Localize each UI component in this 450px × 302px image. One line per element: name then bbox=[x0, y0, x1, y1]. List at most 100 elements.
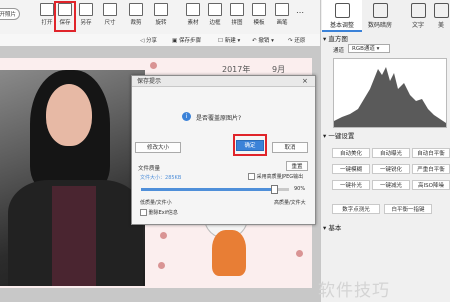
resize-button[interactable]: 尺寸 bbox=[101, 3, 119, 26]
main-toolbar: 开照片 打开 保存 另存 尺寸 裁剪 旋转 素材 边框 拼图 模板 画笔 ⋯ bbox=[0, 0, 320, 35]
auto-exposure-button[interactable]: 自动曝光 bbox=[372, 148, 410, 158]
resize-button[interactable]: 修改大小 bbox=[135, 142, 181, 153]
histogram-title: ▾ 直方图 bbox=[323, 35, 348, 43]
channel-label: 通道 bbox=[333, 48, 345, 54]
template-button[interactable]: 模板 bbox=[250, 3, 268, 26]
crop-icon bbox=[129, 3, 143, 16]
channel-value: RGB通道 bbox=[352, 46, 375, 52]
calendar-year: 2017年 bbox=[222, 65, 251, 74]
white-balance-key-button[interactable]: 白平衡一指键 bbox=[384, 204, 432, 214]
ok-highlight-box bbox=[233, 134, 267, 156]
high-iso-denoise-button[interactable]: 高ISO降噪 bbox=[412, 180, 450, 190]
rotate-button[interactable]: 旋转 bbox=[152, 3, 170, 26]
save-as-button[interactable]: 另存 bbox=[77, 3, 95, 26]
redo-button[interactable]: ↷ 还原 bbox=[288, 36, 305, 44]
share-label: 分享 bbox=[145, 38, 157, 44]
camera-icon bbox=[372, 3, 388, 18]
cartoon-sheep-body bbox=[212, 230, 246, 276]
collage-button[interactable]: 拼图 bbox=[228, 3, 246, 26]
tab-basic-adjust[interactable]: 基本调整 bbox=[322, 0, 362, 32]
save-highlight-box bbox=[54, 1, 76, 32]
face bbox=[46, 84, 92, 146]
beauty-icon bbox=[433, 3, 449, 18]
dialog-title: 保存提示 bbox=[132, 76, 315, 87]
resize-icon bbox=[103, 3, 117, 16]
template-icon bbox=[252, 3, 266, 16]
histogram-title-text: 直方图 bbox=[328, 35, 348, 43]
save-as-icon bbox=[79, 3, 93, 16]
brush-button[interactable]: 画笔 bbox=[273, 3, 291, 26]
dialog-question: 是否覆盖原图片? bbox=[196, 115, 242, 122]
exif-option[interactable]: 删除Exif信息 bbox=[140, 209, 178, 216]
one-click-fill-light-button[interactable]: 一键补光 bbox=[332, 180, 370, 190]
file-size: 文件大小：285KB bbox=[140, 174, 181, 181]
folder-icon bbox=[40, 3, 54, 16]
one-click-blur-button[interactable]: 一键模糊 bbox=[332, 164, 370, 174]
portrait-photo bbox=[0, 70, 145, 286]
jpeg-option[interactable]: 采用高质量JPEG输出 bbox=[248, 173, 303, 180]
info-icon: i bbox=[182, 112, 191, 121]
histogram-bars bbox=[334, 67, 446, 127]
quality-slider-fill bbox=[141, 188, 275, 191]
strict-white-balance-button[interactable]: 严重白平衡 bbox=[412, 164, 450, 174]
undo-label: 撤销 bbox=[258, 38, 270, 44]
frame-icon bbox=[208, 3, 222, 16]
tab-darkroom[interactable]: 数码暗房 bbox=[360, 0, 400, 30]
file-size-value: 285KB bbox=[165, 175, 182, 181]
quick-settings-title: ▾ 一键设置 bbox=[323, 132, 355, 140]
basic-title-text: 基本 bbox=[328, 224, 342, 232]
jpeg-checkbox[interactable] bbox=[248, 173, 255, 180]
tab-darkroom-label: 数码暗房 bbox=[367, 22, 392, 29]
high-quality-label: 高质量/文件大 bbox=[274, 200, 306, 206]
tab-text-label: 文字 bbox=[411, 22, 424, 29]
text-icon bbox=[410, 3, 426, 18]
flower-decoration bbox=[158, 262, 165, 269]
close-icon[interactable]: × bbox=[302, 77, 308, 85]
auto-white-balance-button[interactable]: 自动白平衡 bbox=[412, 148, 450, 158]
open-photo-button[interactable]: 开照片 bbox=[0, 8, 20, 20]
frame-button[interactable]: 边框 bbox=[206, 3, 224, 26]
save-step-button[interactable]: ▣ 保存步骤 bbox=[172, 36, 201, 44]
spot-metering-button[interactable]: 数字点测光 bbox=[332, 204, 380, 214]
auto-beautify-button[interactable]: 自动美化 bbox=[332, 148, 370, 158]
one-click-sharpen-button[interactable]: 一键锐化 bbox=[372, 164, 410, 174]
collage-icon bbox=[230, 3, 244, 16]
brush-label: 画笔 bbox=[276, 20, 288, 26]
adjust-icon bbox=[334, 3, 350, 18]
flower-decoration bbox=[150, 62, 157, 69]
shirt bbox=[52, 186, 96, 286]
channel-select[interactable]: RGB通道 ▾ bbox=[348, 44, 390, 53]
more-icon[interactable]: ⋯ bbox=[296, 8, 304, 17]
watermark: 软件技巧 bbox=[318, 281, 390, 301]
resize-label: 尺寸 bbox=[104, 20, 116, 26]
rotate-icon bbox=[154, 3, 168, 16]
rotate-label: 旋转 bbox=[155, 20, 167, 26]
frame-label: 边框 bbox=[209, 20, 221, 26]
template-label: 模板 bbox=[253, 20, 265, 26]
exif-checkbox[interactable] bbox=[140, 209, 147, 216]
cancel-button[interactable]: 取消 bbox=[272, 142, 308, 153]
redo-label: 还原 bbox=[294, 38, 306, 44]
share-button[interactable]: ◁ 分享 bbox=[140, 36, 157, 44]
reset-button[interactable]: 重置 bbox=[286, 161, 308, 171]
material-icon bbox=[186, 3, 200, 16]
save-step-label: 保存步骤 bbox=[178, 38, 201, 44]
exif-label: 删除Exif信息 bbox=[148, 210, 178, 216]
quality-slider-thumb[interactable] bbox=[271, 185, 279, 194]
tab-beauty[interactable]: 美 bbox=[432, 0, 450, 30]
jpeg-option-label: 采用高质量JPEG输出 bbox=[256, 174, 304, 180]
new-button[interactable]: ☐ 新建 ▾ bbox=[218, 36, 240, 44]
tab-beauty-label: 美 bbox=[437, 22, 444, 29]
tab-basic-adjust-label: 基本调整 bbox=[329, 22, 354, 29]
basic-title: ▾ 基本 bbox=[323, 224, 342, 232]
calendar-month: 9月 bbox=[272, 65, 286, 74]
histogram bbox=[333, 58, 447, 128]
one-click-reduce-light-button[interactable]: 一键减光 bbox=[372, 180, 410, 190]
crop-button[interactable]: 裁剪 bbox=[127, 3, 145, 26]
material-button[interactable]: 素材 bbox=[184, 3, 202, 26]
flower-decoration bbox=[160, 232, 167, 239]
undo-button[interactable]: ↶ 撤销 ▾ bbox=[252, 36, 274, 44]
brush-icon bbox=[275, 3, 289, 16]
material-label: 素材 bbox=[187, 20, 199, 26]
quality-label: 文件质量 bbox=[138, 166, 161, 172]
